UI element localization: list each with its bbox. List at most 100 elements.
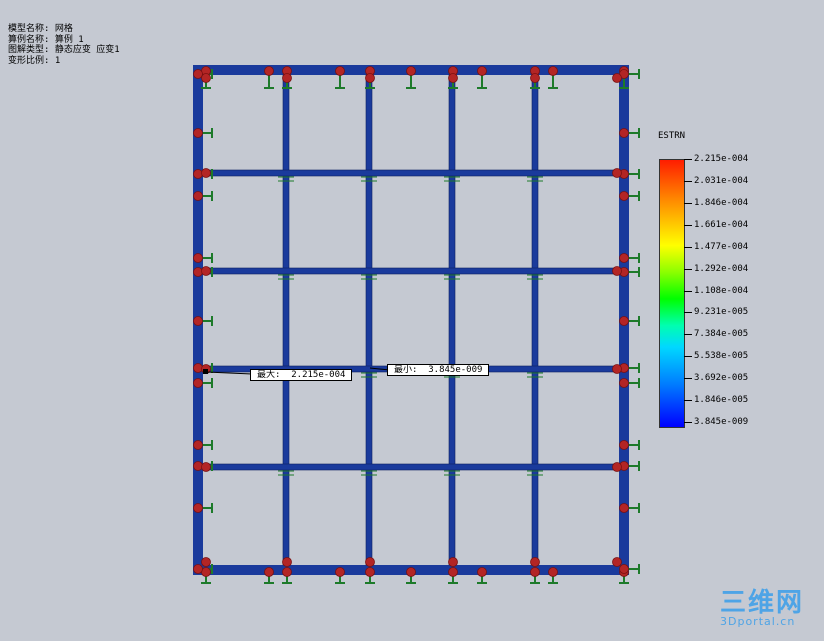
joint-marker	[619, 440, 629, 450]
joint-marker	[201, 462, 211, 472]
joint-markers	[193, 66, 629, 577]
vertical-beam	[282, 74, 290, 566]
joint-marker	[612, 168, 622, 178]
legend-tick-label: 2.031e-004	[694, 175, 749, 186]
joint-marker	[477, 66, 487, 76]
joint-marker	[201, 168, 211, 178]
joint-marker	[335, 567, 345, 577]
legend-tick	[684, 400, 692, 402]
watermark-sub-text: 3Dportal.cn	[720, 615, 796, 628]
horizontal-beam	[202, 267, 620, 275]
joint-marker	[548, 66, 558, 76]
joint-marker	[619, 128, 629, 138]
joint-marker	[201, 557, 211, 567]
joint-marker	[619, 564, 629, 574]
legend-tick	[684, 422, 692, 423]
joint-marker	[193, 363, 203, 373]
joint-marker	[193, 191, 203, 201]
joint-marker	[619, 316, 629, 326]
legend-tick-label: 9.231e-005	[694, 307, 749, 318]
joint-marker	[193, 267, 203, 277]
joint-marker	[264, 66, 274, 76]
joint-marker	[365, 557, 375, 567]
joint-marker	[477, 567, 487, 577]
legend-tick	[684, 159, 692, 160]
vertical-beam	[365, 74, 373, 566]
joint-marker	[548, 567, 558, 577]
legend-tick	[684, 356, 692, 358]
legend-tick-label: 1.108e-004	[694, 285, 749, 296]
joint-marker	[282, 567, 292, 577]
horizontal-beam	[202, 169, 620, 177]
joint-marker	[365, 567, 375, 577]
beam-grid	[193, 65, 629, 575]
joint-marker	[406, 66, 416, 76]
legend-tick-label: 1.846e-004	[694, 197, 749, 208]
legend-tick-label: 5.538e-005	[694, 351, 749, 362]
joint-marker	[612, 557, 622, 567]
joint-marker	[619, 378, 629, 388]
watermark-main-text: 三维网	[720, 588, 805, 618]
joint-marker	[193, 503, 203, 513]
joint-marker	[612, 266, 622, 276]
joint-marker	[193, 316, 203, 326]
joint-marker	[365, 73, 375, 83]
joint-marker	[193, 69, 203, 79]
joint-marker	[201, 266, 211, 276]
legend-tick	[684, 202, 692, 204]
horizontal-beam	[202, 463, 620, 471]
joint-marker	[448, 557, 458, 567]
joint-marker	[193, 440, 203, 450]
joint-marker	[619, 503, 629, 513]
joint-marker	[406, 567, 416, 577]
joint-marker	[530, 73, 540, 83]
legend-tick-label: 3.845e-009	[694, 417, 749, 427]
legend-tick	[684, 224, 692, 226]
joint-marker	[193, 378, 203, 388]
joint-marker	[193, 128, 203, 138]
joint-marker	[282, 73, 292, 83]
legend-tick	[684, 334, 692, 336]
joint-marker	[282, 557, 292, 567]
legend-tick-label: 1.477e-004	[694, 241, 749, 252]
legend-tick	[684, 180, 692, 182]
joint-marker	[612, 73, 622, 83]
vertical-beam	[531, 74, 539, 566]
grid-model-viewport[interactable]	[0, 0, 824, 641]
legend-colorbar	[659, 159, 685, 428]
joint-marker	[448, 567, 458, 577]
max-probe-point	[203, 369, 208, 374]
joint-marker	[612, 462, 622, 472]
legend-tick	[684, 268, 692, 270]
joint-marker	[619, 191, 629, 201]
joint-marker	[335, 66, 345, 76]
joint-marker	[619, 253, 629, 263]
joint-marker	[612, 364, 622, 374]
legend-tick-label: 3.692e-005	[694, 373, 749, 384]
joint-marker	[530, 557, 540, 567]
outer-frame-beam	[193, 65, 629, 575]
legend-tick-label: 2.215e-004	[694, 154, 749, 164]
min-probe-label: 最小: 3.845e-009	[387, 364, 490, 376]
fixture-symbols	[198, 69, 640, 584]
legend-title: ESTRN	[658, 131, 686, 141]
joint-marker	[264, 567, 274, 577]
joint-marker	[201, 73, 211, 83]
watermark-logo: 三维网 3Dportal.cn	[720, 590, 804, 628]
legend-tick-label: 7.384e-005	[694, 329, 749, 340]
joint-marker	[530, 567, 540, 577]
legend-tick	[684, 290, 692, 292]
max-probe-label: 最大: 2.215e-004	[250, 369, 353, 381]
legend-tick-label: 1.292e-004	[694, 263, 749, 274]
joint-marker	[193, 253, 203, 263]
joint-marker	[193, 461, 203, 471]
legend-tick-label: 1.661e-004	[694, 219, 749, 230]
legend-tick	[684, 378, 692, 380]
legend-tick	[684, 246, 692, 248]
legend-tick-label: 1.846e-005	[694, 395, 749, 406]
joint-marker	[193, 564, 203, 574]
legend-tick	[684, 312, 692, 314]
vertical-beam	[448, 74, 456, 566]
joint-marker	[448, 73, 458, 83]
joint-marker	[193, 169, 203, 179]
